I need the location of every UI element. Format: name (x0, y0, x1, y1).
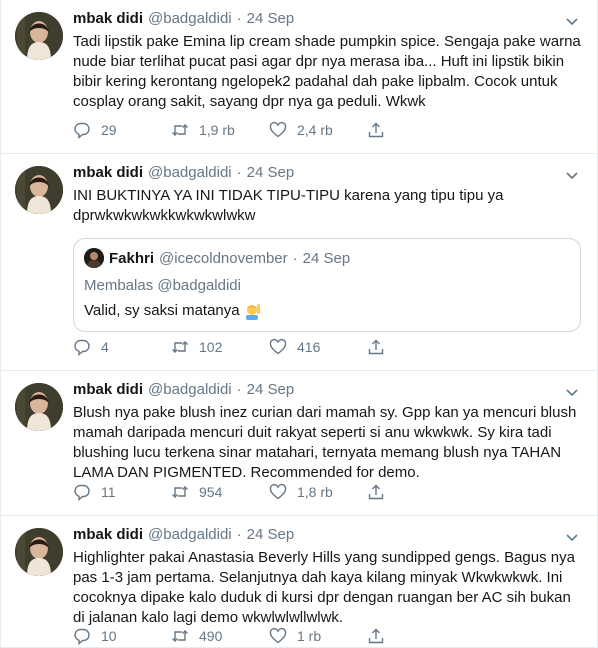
like-button[interactable]: 1 rb (269, 627, 367, 645)
tweet-text: Blush nya pake blush inez curian dari ma… (73, 404, 577, 481)
quote-text-row: Valid, sy saksi matanya (84, 301, 570, 321)
tweet-actions: 29 1,9 rb 2,4 rb (73, 120, 397, 140)
separator-dot: · (236, 381, 242, 398)
tweet-actions: 4 102 416 (73, 337, 397, 357)
like-button[interactable]: 2,4 rb (269, 121, 367, 139)
tweet-header: mbak didi @badgaldidi · 24 Sep (73, 164, 581, 186)
reply-button[interactable]: 4 (73, 338, 171, 356)
separator-dot: · (292, 249, 298, 267)
quote-text: Valid, sy saksi matanya (84, 302, 240, 319)
retweet-icon (172, 341, 188, 353)
tweet-actions: 11 954 1,8 rb (73, 482, 397, 502)
quote-timestamp: 24 Sep (302, 249, 351, 267)
timestamp[interactable]: 24 Sep (247, 526, 295, 543)
separator-dot: · (236, 526, 242, 543)
share-icon (368, 484, 384, 500)
reply-icon (74, 339, 90, 356)
reply-icon (74, 484, 90, 501)
tweet[interactable]: mbak didi @badgaldidi · 24 Sep INI BUKTI… (1, 154, 597, 371)
quote-avatar (84, 248, 104, 268)
tweet-header: mbak didi @badgaldidi · 24 Sep (73, 10, 581, 32)
tweet-text: INI BUKTINYA YA INI TIDAK TIPU-TIPU kare… (73, 187, 504, 224)
tweet[interactable]: mbak didi @badgaldidi · 24 Sep Tadi lips… (1, 0, 597, 154)
retweet-button[interactable]: 1,9 rb (171, 121, 269, 139)
share-button[interactable] (367, 121, 397, 139)
tweet-actions: 10 490 1 rb (73, 626, 397, 646)
display-name[interactable]: mbak didi (73, 381, 143, 398)
quoted-tweet[interactable]: Fakhri @icecoldnovember · 24 Sep Membala… (73, 238, 581, 332)
retweet-icon (172, 630, 188, 642)
man-raising-hand-emoji (245, 303, 260, 320)
like-count: 2,4 rb (297, 122, 333, 138)
like-count: 416 (297, 339, 321, 355)
tweet-text: Highlighter pakai Anastasia Beverly Hill… (73, 549, 575, 626)
timestamp[interactable]: 24 Sep (247, 164, 295, 181)
timestamp[interactable]: 24 Sep (247, 10, 295, 27)
avatar[interactable] (15, 528, 63, 576)
tweet-header: mbak didi @badgaldidi · 24 Sep (73, 526, 581, 548)
user-handle[interactable]: @badgaldidi (148, 164, 232, 181)
timestamp[interactable]: 24 Sep (247, 381, 295, 398)
share-icon (368, 122, 384, 138)
reply-button[interactable]: 29 (73, 121, 171, 139)
retweet-icon (172, 124, 188, 136)
retweet-count: 954 (199, 484, 223, 500)
user-handle[interactable]: @badgaldidi (148, 526, 232, 543)
retweet-count: 490 (199, 628, 223, 644)
retweet-button[interactable]: 490 (171, 627, 269, 645)
reply-count: 4 (101, 339, 109, 355)
chevron-down-icon[interactable] (565, 14, 579, 28)
share-icon (368, 628, 384, 644)
like-button[interactable]: 416 (269, 338, 367, 356)
like-count: 1 rb (297, 628, 322, 644)
retweet-icon (172, 486, 188, 498)
timeline: mbak didi @badgaldidi · 24 Sep Tadi lips… (0, 0, 598, 648)
quote-user-handle: @icecoldnovember (159, 249, 288, 267)
avatar[interactable] (15, 12, 63, 60)
reply-count: 11 (101, 484, 116, 500)
quote-display-name: Fakhri (109, 249, 155, 267)
display-name[interactable]: mbak didi (73, 526, 143, 543)
like-count: 1,8 rb (297, 484, 333, 500)
share-button[interactable] (367, 338, 397, 356)
heart-icon (269, 627, 287, 644)
reply-icon (74, 628, 90, 645)
tweet-text: Tadi lipstik pake Emina lip cream shade … (73, 33, 581, 110)
tweet[interactable]: mbak didi @badgaldidi · 24 Sep Blush nya… (1, 371, 597, 516)
avatar[interactable] (15, 383, 63, 431)
display-name[interactable]: mbak didi (73, 164, 143, 181)
separator-dot: · (236, 10, 242, 27)
chevron-down-icon[interactable] (565, 168, 579, 182)
retweet-button[interactable]: 102 (171, 338, 269, 356)
separator-dot: · (236, 164, 242, 181)
reply-button[interactable]: 10 (73, 627, 171, 645)
reply-button[interactable]: 11 (73, 483, 171, 501)
heart-icon (269, 121, 287, 138)
chevron-down-icon[interactable] (565, 385, 579, 399)
reply-icon (74, 122, 90, 139)
retweet-count: 1,9 rb (199, 122, 235, 138)
reply-count: 10 (101, 628, 117, 644)
like-button[interactable]: 1,8 rb (269, 483, 367, 501)
avatar[interactable] (15, 166, 63, 214)
share-icon (368, 339, 384, 355)
tweet-header: mbak didi @badgaldidi · 24 Sep (73, 381, 581, 403)
share-button[interactable] (367, 483, 397, 501)
heart-icon (269, 338, 287, 355)
quote-header: Fakhri @icecoldnovember · 24 Sep (84, 248, 570, 268)
quote-reply-context: Membalas @badgaldidi (84, 277, 241, 294)
reply-count: 29 (101, 122, 117, 138)
retweet-button[interactable]: 954 (171, 483, 269, 501)
share-button[interactable] (367, 627, 397, 645)
user-handle[interactable]: @badgaldidi (148, 10, 232, 27)
user-handle[interactable]: @badgaldidi (148, 381, 232, 398)
display-name[interactable]: mbak didi (73, 10, 143, 27)
heart-icon (269, 483, 287, 500)
chevron-down-icon[interactable] (565, 530, 579, 544)
tweet[interactable]: mbak didi @badgaldidi · 24 Sep Highlight… (1, 516, 597, 648)
retweet-count: 102 (199, 339, 223, 355)
